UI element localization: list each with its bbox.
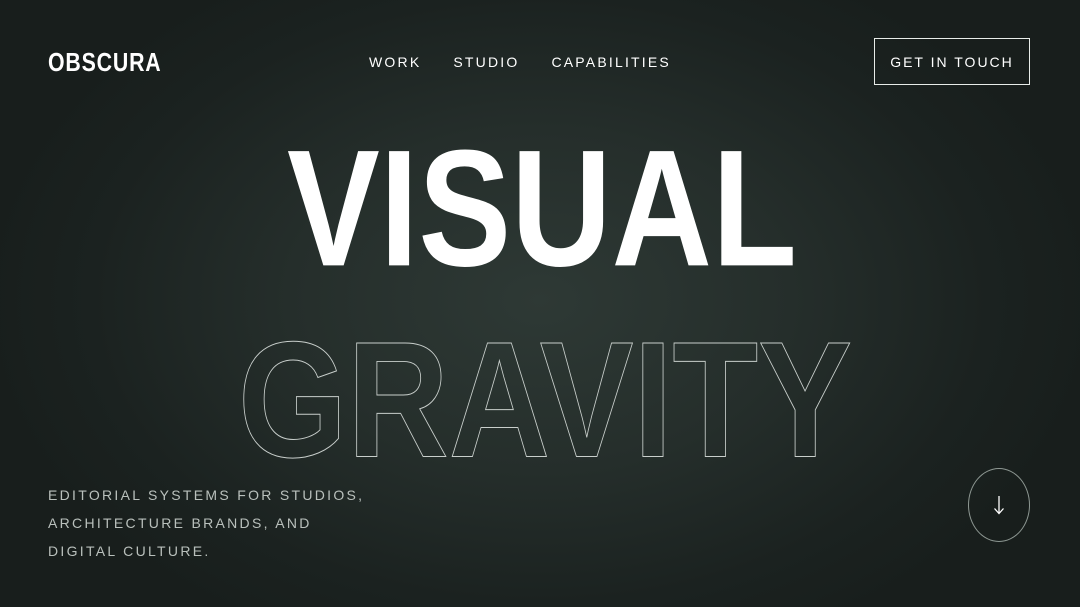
hero-tagline: EDITORIAL SYSTEMS FOR STUDIOS, ARCHITECT… xyxy=(48,487,365,559)
scroll-down-button[interactable] xyxy=(968,468,1030,542)
headline-primary: VISUAL xyxy=(287,116,797,301)
arrow-down-icon xyxy=(994,496,1004,515)
headline-secondary: GRAVITY xyxy=(238,308,852,492)
hero-section: OBSCURA WORK STUDIO CAPABILITIES GET IN … xyxy=(0,0,1080,607)
